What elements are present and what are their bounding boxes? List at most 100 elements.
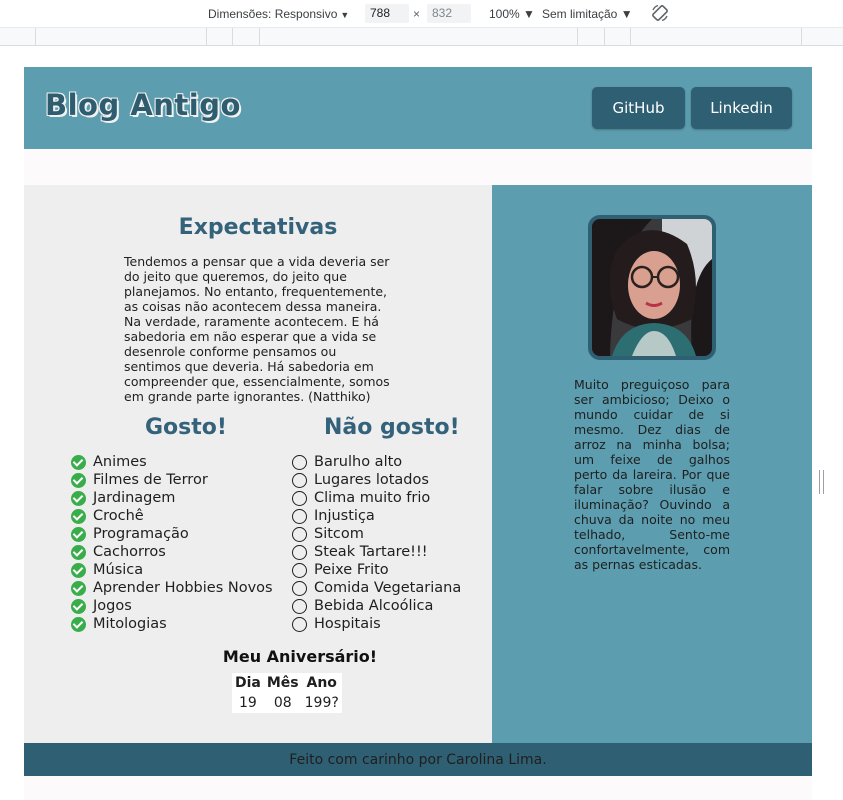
likes-title: Gosto! [145,415,227,440]
list-item-label: Animes [93,454,147,470]
check-circle-icon [71,562,86,578]
caret-down-icon: ▼ [519,7,535,21]
rotate-icon[interactable] [650,3,670,23]
empty-circle-icon [292,544,307,560]
check-circle-icon [71,490,86,506]
list-item: Animes [71,453,273,471]
empty-circle-icon [292,580,307,596]
table-cell: 199? [304,695,339,711]
empty-circle-icon [292,508,307,524]
list-item-label: Clima muito frio [314,490,431,506]
throttle-dropdown[interactable]: Sem limitação ▼ [542,7,633,21]
list-item-label: Bebida Alcoólica [314,598,434,614]
linkedin-button[interactable]: Linkedin [691,87,792,129]
blog-logo: Blog Antigo [45,88,241,122]
dimensions-dropdown[interactable]: Dimensões: Responsivo ▼ [208,7,349,21]
list-item-label: Injustiça [314,508,375,524]
table-header: Mês [266,675,299,691]
list-item-label: Steak Tartare!!! [314,544,428,560]
zoom-label: 100% [489,7,520,21]
list-item: Hospitais [292,615,461,633]
zoom-dropdown[interactable]: 100% ▼ [489,7,535,21]
resize-handle[interactable] [819,470,824,494]
table-cell: 19 [239,695,257,711]
caret-down-icon: ▼ [617,7,633,21]
check-circle-icon [71,508,86,524]
list-item-label: Programação [93,526,189,542]
list-item-label: Peixe Frito [314,562,389,578]
list-item: Mitologias [71,615,273,633]
list-item: Comida Vegetariana [292,579,461,597]
page-footer: Feito com carinho por Carolina Lima. [24,743,812,776]
list-item-label: Mitologias [93,616,167,632]
list-item-label: Música [93,562,144,578]
dislikes-list: Barulho alto Lugares lotados Clima muito… [292,453,461,633]
bio-text: Muito preguiçoso para ser ambicioso; Dei… [574,377,730,572]
caret-down-icon: ▼ [340,10,350,20]
check-circle-icon [71,580,86,596]
list-item: Barulho alto [292,453,461,471]
empty-circle-icon [292,562,307,578]
devtools-toolbar: Dimensões: Responsivo ▼ 788 × 832 100% ▼ … [0,0,843,27]
empty-circle-icon [292,598,307,614]
list-item: Aprender Hobbies Novos [71,579,273,597]
throttle-label: Sem limitação [542,7,618,21]
check-circle-icon [71,454,86,470]
list-item: Injustiça [292,507,461,525]
sidebar: Muito preguiçoso para ser ambicioso; Dei… [492,185,812,743]
list-item: Peixe Frito [292,561,461,579]
empty-circle-icon [292,454,307,470]
profile-photo [588,215,716,360]
height-input[interactable]: 832 [427,4,471,23]
expectations-title: Expectativas [178,215,338,240]
list-item-label: Jardinagem [93,490,176,506]
table-header: Ano [306,675,337,691]
list-item: Jardinagem [71,489,273,507]
portrait-image [592,219,712,356]
list-item-label: Hospitais [314,616,381,632]
media-query-ruler [0,27,843,46]
check-circle-icon [71,472,86,488]
check-circle-icon [71,526,86,542]
list-item: Cachorros [71,543,273,561]
dislikes-title: Não gosto! [324,415,460,440]
empty-circle-icon [292,616,307,632]
width-input[interactable]: 788 [365,4,409,23]
table-header: Dia [235,675,261,691]
list-item: Clima muito frio [292,489,461,507]
dimensions-label: Dimensões: Responsivo [208,7,338,21]
footer-text: Feito com carinho por Carolina Lima. [289,751,547,768]
list-item: Filmes de Terror [71,471,273,489]
blog-page: Blog Antigo GitHub Linkedin Expectativas… [24,67,812,800]
page-header: Blog Antigo GitHub Linkedin [24,67,812,149]
list-item: Sitcom [292,525,461,543]
birthday-table: Dia Mês Ano 19 08 199? [232,673,342,713]
list-item-label: Lugares lotados [314,472,429,488]
list-item: Lugares lotados [292,471,461,489]
likes-list: Animes Filmes de Terror Jardinagem Croch… [71,453,273,633]
main-content: Expectativas Tendemos a pensar que a vid… [24,185,492,743]
list-item-label: Crochê [93,508,144,524]
list-item-label: Aprender Hobbies Novos [93,580,273,596]
expectations-text: Tendemos a pensar que a vida deveria ser… [124,254,390,404]
list-item-label: Filmes de Terror [93,472,208,488]
list-item-label: Comida Vegetariana [314,580,462,596]
check-circle-icon [71,598,86,614]
list-item-label: Sitcom [314,526,364,542]
list-item-label: Cachorros [93,544,166,560]
list-item: Música [71,561,273,579]
empty-circle-icon [292,526,307,542]
table-cell: 08 [273,695,292,711]
list-item: Bebida Alcoólica [292,597,461,615]
list-item: Jogos [71,597,273,615]
list-item: Crochê [71,507,273,525]
times-separator: × [413,7,421,21]
check-circle-icon [71,544,86,560]
list-item: Programação [71,525,273,543]
empty-circle-icon [292,490,307,506]
list-item: Steak Tartare!!! [292,543,461,561]
empty-circle-icon [292,472,307,488]
list-item-label: Jogos [93,598,132,614]
github-button[interactable]: GitHub [592,87,685,129]
list-item-label: Barulho alto [314,454,403,470]
